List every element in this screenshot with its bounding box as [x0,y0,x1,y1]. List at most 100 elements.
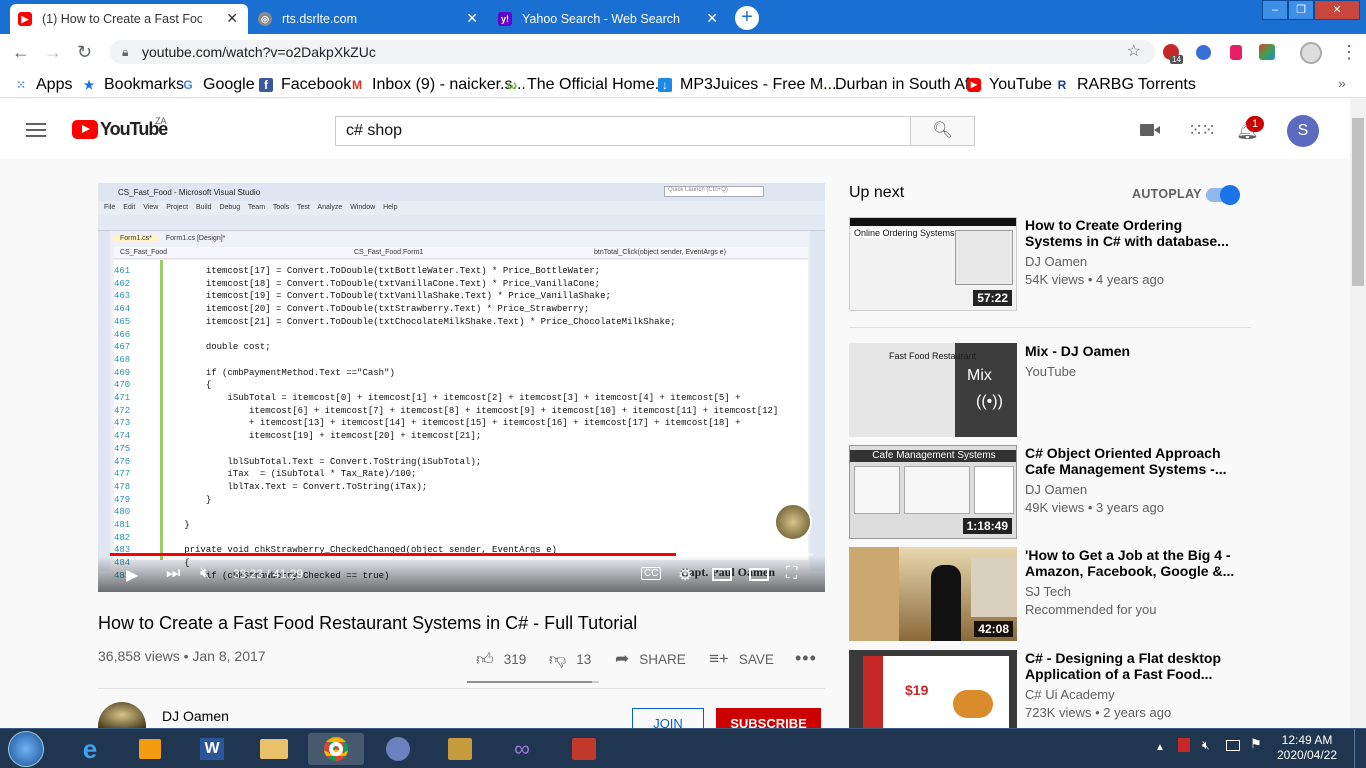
share-button[interactable]: ➦ SHARE [615,649,686,669]
code-text: itemcost[6] + itemcost[7] + itemcost[8] … [130,405,779,416]
search-input[interactable]: c# shop [335,116,911,146]
taskbar-app-icon[interactable] [370,733,426,765]
mix-label: Mix [967,367,992,384]
search-button[interactable]: 🔍︎ [910,116,975,146]
bookmark-bookmarks[interactable]: ★ Bookmarks [82,76,184,94]
minimize-button[interactable]: – [1262,0,1288,20]
bookmark-facebook[interactable]: f Facebook [259,76,351,94]
star-icon: ★ [83,78,95,92]
reload-icon[interactable]: ↻ [77,42,92,63]
create-video-icon[interactable] [1140,124,1160,136]
video-thumbnail[interactable]: Online Ordering Systems 57:22 [849,217,1017,311]
tab-yahoo[interactable]: y! Yahoo Search - Web Search ✕ [490,4,728,34]
close-icon[interactable]: ✕ [466,10,478,27]
show-hidden-icons[interactable]: ▲ [1155,740,1165,755]
close-icon[interactable]: ✕ [226,10,238,27]
tab-title: Yahoo Search - Web Search [522,12,680,26]
code-line: 469 if (cmbPaymentMethod.Text =="Cash") [114,367,808,380]
tray-security-icon[interactable] [1178,738,1190,752]
hamburger-menu-icon[interactable] [26,123,46,137]
maximize-button[interactable]: ❐ [1288,0,1314,20]
channel-watermark-logo[interactable] [774,503,812,541]
menu-dots-icon[interactable]: ⋮ [1340,42,1358,63]
line-number: 482 [114,532,131,543]
autoplay-toggle[interactable] [1206,185,1240,205]
profile-avatar[interactable] [1300,42,1322,64]
recommended-item[interactable]: $19 C# - Designing a Flat desktop Applic… [849,650,1251,728]
recommended-item[interactable]: Cafe Management Systems 1:18:49 C# Objec… [849,445,1251,541]
bookmark-rarbg[interactable]: R RARBG Torrents [1055,76,1196,94]
mute-icon[interactable]: 🔇︎ [200,565,210,583]
taskbar-explorer-icon[interactable] [246,733,302,765]
facebook-icon: f [259,78,273,92]
bookmark-youtube[interactable]: ▶ YouTube [967,76,1052,94]
dislike-button[interactable]: 👎︎ 13 [549,649,591,670]
play-icon[interactable]: ▶ [126,565,138,585]
video-thumbnail[interactable]: Fast Food Restaurant Mix ((•)) [849,343,1017,437]
bookmark-official-home[interactable]: ω The Official Home... [505,76,668,94]
flag-icon[interactable]: ⚑ [1250,736,1262,751]
account-avatar[interactable]: S [1287,115,1319,147]
taskbar-tools-icon[interactable] [432,733,488,765]
video-player[interactable]: CS_Fast_Food - Microsoft Visual Studio Q… [98,183,825,592]
theater-mode-icon[interactable] [749,568,769,581]
more-actions-icon[interactable]: ••• [795,648,817,669]
recommended-views: Recommended for you [1025,602,1157,617]
taskbar-media-icon[interactable] [122,733,178,765]
taskbar-chrome-icon[interactable] [308,733,364,765]
video-thumbnail[interactable]: $19 [849,650,1017,728]
extension-colorful-icon[interactable] [1259,44,1275,60]
next-icon[interactable]: ⏭︎ [166,565,180,583]
bookmark-google[interactable]: G Google [181,76,254,94]
taskbar-visual-studio-icon[interactable]: ∞ [494,733,550,765]
network-icon[interactable] [1226,740,1240,751]
address-bar[interactable]: 🔒︎ youtube.com/watch?v=o2DakpXkZUc ☆ [110,40,1155,64]
more-bookmarks-icon[interactable]: » [1338,75,1346,91]
video-thumbnail[interactable]: 42:08 [849,547,1017,641]
start-button[interactable] [8,731,44,767]
code-text: itemcost[20] = Convert.ToDouble(txtStraw… [130,304,590,315]
recommended-item[interactable]: Fast Food Restaurant Mix ((•)) Mix - DJ … [849,343,1251,439]
scrollbar-thumb[interactable] [1352,118,1364,286]
broadcast-icon: ((•)) [976,393,1003,410]
bookmark-apps[interactable]: ⁙ Apps [14,76,73,94]
new-tab-button[interactable]: + [735,6,759,30]
autoplay-label: AUTOPLAY [1132,187,1202,201]
volume-muted-icon[interactable]: 🔇︎ [1202,738,1210,753]
fullscreen-icon[interactable]: ⛶ [786,565,797,583]
window-close-button[interactable]: ✕ [1314,0,1360,20]
recommended-channel: DJ Oamen [1025,254,1088,269]
like-button[interactable]: 👍︎ 319 [476,649,526,670]
clock[interactable]: 12:49 AM 2020/04/22 [1272,733,1342,763]
taskbar-word-icon[interactable]: W [184,733,240,765]
youtube-icon: ▶ [18,12,32,26]
forward-arrow-icon[interactable]: → [44,42,62,63]
channel-avatar[interactable] [98,702,146,728]
tab-rts[interactable]: ◎ rts.dsrlte.com ✕ [250,4,488,34]
taskbar-paint-icon[interactable] [556,733,612,765]
recommended-item[interactable]: Online Ordering Systems 57:22 How to Cre… [849,217,1251,313]
video-thumbnail[interactable]: Cafe Management Systems 1:18:49 [849,445,1017,539]
back-arrow-icon[interactable]: ← [12,42,30,63]
miniplayer-icon[interactable] [712,568,732,581]
channel-name[interactable]: DJ Oamen [162,708,229,724]
recommended-item[interactable]: 42:08 'How to Get a Job at the Big 4 - A… [849,547,1251,643]
bookmark-durban[interactable]: ◌ Durban in South Af... [813,76,982,94]
save-button[interactable]: ≡+ SAVE [709,649,774,669]
close-icon[interactable]: ✕ [706,10,718,27]
bookmark-mp3juices[interactable]: ↓ MP3Juices - Free M... [658,76,836,94]
youtube-logo-icon[interactable] [72,120,98,139]
show-desktop-button[interactable] [1354,729,1366,768]
apps-grid-icon[interactable]: ⁙⁙ [1188,121,1216,139]
bookmark-star-icon[interactable]: ☆ [1127,40,1141,64]
bookmark-inbox[interactable]: M Inbox (9) - naicker.s... [350,76,526,94]
settings-gear-icon[interactable]: ⚙ [678,565,692,585]
vs-quick-launch: Quick Launch (Ctrl+Q) [664,186,764,197]
extension-pink-icon[interactable] [1230,45,1242,60]
taskbar-ie-icon[interactable]: e [62,733,118,765]
tab-youtube[interactable]: ▶ (1) How to Create a Fast Food Re ✕ [10,4,248,34]
recommended-channel: DJ Oamen [1025,482,1088,497]
divider [98,688,825,689]
captions-icon[interactable]: CC [641,567,662,580]
extension-globe-icon[interactable] [1196,45,1211,60]
